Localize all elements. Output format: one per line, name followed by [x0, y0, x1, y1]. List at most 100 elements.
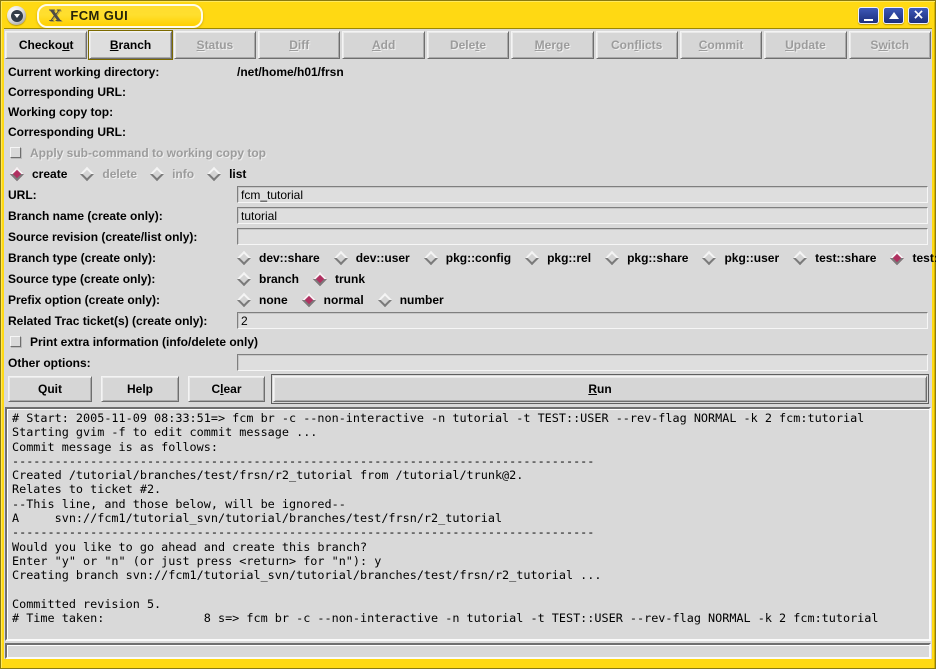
window-controls [854, 7, 929, 24]
tab-label: Status [197, 38, 234, 52]
checkbox-indicator-icon[interactable] [10, 336, 21, 347]
branch-action-option-list[interactable]: list [207, 167, 246, 181]
branch-name-field[interactable]: tutorial [237, 207, 928, 224]
radio-option-label: test::user [912, 251, 936, 265]
branch-type-option-pkg-rel[interactable]: pkg::rel [525, 251, 591, 265]
clear-button[interactable]: Clear [188, 376, 265, 402]
other-options-label: Other options: [8, 356, 237, 370]
radio-indicator-icon[interactable] [302, 292, 316, 306]
radio-indicator-icon[interactable] [10, 166, 24, 180]
radio-indicator-icon[interactable] [237, 271, 251, 285]
clear-button-label: Clear [211, 382, 241, 396]
source-revision-field[interactable] [237, 228, 928, 245]
radio-indicator-icon[interactable] [793, 250, 807, 264]
radio-indicator-icon[interactable] [525, 250, 539, 264]
quit-button[interactable]: Quit [8, 376, 92, 402]
branch-type-option-dev-share[interactable]: dev::share [237, 251, 320, 265]
url-field[interactable]: fcm_tutorial [237, 186, 928, 203]
branch-type-option-pkg-config[interactable]: pkg::config [424, 251, 511, 265]
branch-type-option-pkg-share[interactable]: pkg::share [605, 251, 688, 265]
close-button[interactable] [908, 7, 929, 24]
apply-subcommand-label: Apply sub-command to working copy top [30, 146, 266, 160]
action-button-row: Quit Help Clear Run [4, 373, 932, 406]
tab-switch: Switch [849, 31, 931, 59]
window-menu-button[interactable] [7, 6, 26, 25]
trac-tickets-field[interactable]: 2 [237, 312, 928, 329]
prefix-option-option-normal[interactable]: normal [302, 293, 364, 307]
radio-indicator-icon[interactable] [605, 250, 619, 264]
tab-label: Commit [699, 38, 744, 52]
tab-label: Branch [110, 38, 151, 52]
x11-logo-icon: X [49, 8, 61, 24]
radio-option-label: normal [324, 293, 364, 307]
radio-option-label: test::share [815, 251, 876, 265]
working-copy-top-row: Working copy top: [4, 102, 932, 122]
help-button[interactable]: Help [101, 376, 179, 402]
maximize-button[interactable] [883, 7, 904, 24]
source-type-option-branch[interactable]: branch [237, 272, 299, 286]
url-value: fcm_tutorial [238, 188, 306, 202]
tab-label: Diff [289, 38, 309, 52]
radio-option-label: list [229, 167, 246, 181]
prefix-option-row: Prefix option (create only): none normal… [4, 289, 932, 310]
prefix-option-options: none normal number [237, 293, 928, 307]
bottom-entry-bar[interactable] [5, 643, 931, 659]
prefix-option-option-none[interactable]: none [237, 293, 288, 307]
tab-update: Update [764, 31, 846, 59]
minimize-button[interactable] [858, 7, 879, 24]
prefix-option-option-number[interactable]: number [378, 293, 444, 307]
source-revision-row: Source revision (create/list only): [4, 226, 932, 247]
branch-name-value: tutorial [238, 209, 280, 223]
corresponding-url-2-label: Corresponding URL: [8, 125, 237, 139]
print-extra-checkbox[interactable]: Print extra information (info/delete onl… [8, 335, 258, 349]
radio-indicator-icon[interactable] [890, 250, 904, 264]
branch-action-option-info: info [150, 167, 194, 181]
radio-option-label: info [172, 167, 194, 181]
tab-label: Merge [535, 38, 570, 52]
tab-diff: Diff [258, 31, 340, 59]
radio-indicator-icon[interactable] [207, 166, 221, 180]
branch-type-option-dev-user[interactable]: dev::user [334, 251, 410, 265]
radio-indicator-icon[interactable] [334, 250, 348, 264]
radio-option-label: pkg::config [446, 251, 511, 265]
prefix-option-label: Prefix option (create only): [8, 293, 237, 307]
terminal-output[interactable]: # Start: 2005-11-09 08:33:51=> fcm br -c… [5, 407, 931, 641]
source-type-options: branch trunk [237, 272, 928, 286]
other-options-row: Other options: [4, 352, 932, 373]
radio-option-label: pkg::rel [547, 251, 591, 265]
tab-delete: Delete [427, 31, 509, 59]
tab-conflicts: Conflicts [596, 31, 678, 59]
radio-indicator-icon[interactable] [702, 250, 716, 264]
radio-option-label: pkg::share [627, 251, 688, 265]
run-button-ring: Run [271, 374, 929, 404]
radio-indicator-icon[interactable] [378, 292, 392, 306]
current-working-directory-label: Current working directory: [8, 65, 237, 79]
branch-type-option-test-share[interactable]: test::share [793, 251, 876, 265]
window-frame: X FCM GUI Checkout Branch Status Diff Add Del… [0, 0, 936, 669]
tab-label: Delete [450, 38, 486, 52]
radio-option-label: create [32, 167, 67, 181]
other-options-field[interactable] [237, 354, 928, 371]
tab-checkout[interactable]: Checkout [5, 31, 87, 59]
branch-name-row: Branch name (create only): tutorial [4, 205, 932, 226]
source-type-option-trunk[interactable]: trunk [313, 272, 365, 286]
run-button[interactable]: Run [273, 376, 927, 402]
title-tab: X FCM GUI [37, 4, 203, 28]
radio-indicator-icon[interactable] [237, 250, 251, 264]
form-area: Current working directory: /net/home/h01… [4, 59, 932, 373]
radio-option-label: none [259, 293, 288, 307]
tab-label: Checkout [19, 38, 74, 52]
tab-label: Switch [870, 38, 909, 52]
tab-branch[interactable]: Branch [89, 31, 171, 59]
tab-label: Add [372, 38, 395, 52]
radio-indicator-icon[interactable] [424, 250, 438, 264]
apply-subcommand-checkbox: Apply sub-command to working copy top [8, 146, 266, 160]
radio-option-label: number [400, 293, 444, 307]
branch-type-label: Branch type (create only): [8, 251, 237, 265]
branch-type-option-pkg-user[interactable]: pkg::user [702, 251, 779, 265]
branch-type-option-test-user[interactable]: test::user [890, 251, 936, 265]
radio-indicator-icon[interactable] [237, 292, 251, 306]
print-extra-label: Print extra information (info/delete onl… [30, 335, 258, 349]
branch-action-option-create[interactable]: create [10, 167, 67, 181]
radio-indicator-icon[interactable] [313, 271, 327, 285]
